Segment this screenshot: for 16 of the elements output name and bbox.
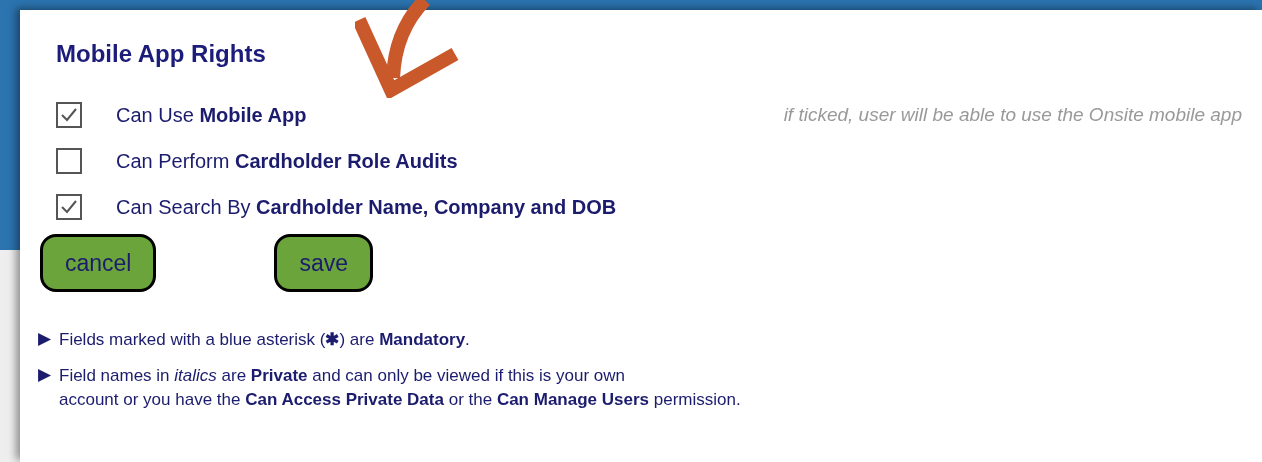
cancel-button[interactable]: cancel [40,234,157,292]
checkbox[interactable] [56,194,82,220]
bullet-marker: ▶ [38,364,51,386]
right-label: Can Perform Cardholder Role Audits [116,149,458,174]
right-label: Can Search By Cardholder Name, Company and DOB [116,195,617,220]
right-label: Can Use Mobile App [116,103,307,128]
hint-text: if ticked, user will be able to use the Onsite mobile app [783,102,1242,127]
save-button[interactable]: save [274,234,374,292]
check-icon [60,198,78,216]
section-title: Mobile App Rights [56,39,266,69]
checkbox[interactable] [56,102,82,128]
bullet-marker: ▶ [38,328,51,350]
note-text: Fields marked with a blue asterisk (✱) are Mandatory. [59,329,470,351]
check-icon [60,106,78,124]
note-text: Field names in italics are Private and can only be viewed if this is your own account or you have the Can Access Private Data or the Can Manage Users permission. [59,365,741,411]
checkbox[interactable] [56,148,82,174]
